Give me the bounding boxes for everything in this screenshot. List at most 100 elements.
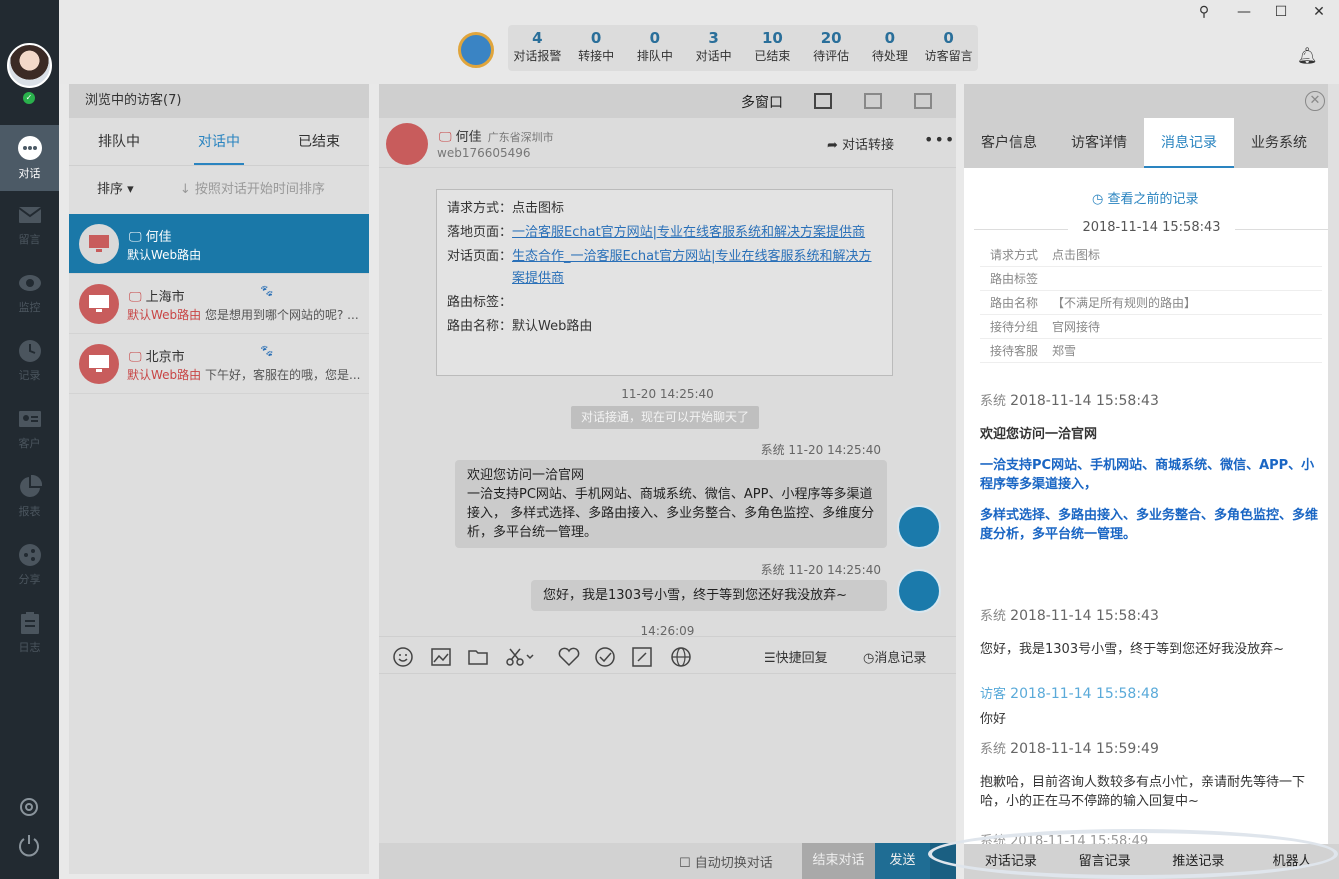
- nav-item-report[interactable]: 报表: [0, 465, 59, 531]
- chat-page-link[interactable]: 生态合作_一洽客服Echat官方网站|专业在线客服系统和解决方案提供商: [512, 246, 882, 290]
- input-toolbar: ☰快捷回复 ◷消息记录: [379, 636, 956, 674]
- landing-page-link[interactable]: 一洽客服Echat官方网站|专业在线客服系统和解决方案提供商: [512, 222, 865, 244]
- double-window-icon[interactable]: [864, 93, 882, 109]
- nav-label: 分享: [18, 573, 41, 586]
- pc-icon: 🖵︎: [439, 130, 456, 145]
- nav-item-message[interactable]: 留言: [0, 193, 59, 259]
- minimize-icon[interactable]: —: [1234, 2, 1254, 22]
- evaluate-icon[interactable]: [595, 647, 615, 667]
- pin-icon[interactable]: ⚲: [1194, 2, 1214, 22]
- visit-info-card: 请求方式： 点击图标 落地页面： 一洽客服Echat官方网站|专业在线客服系统和解决…: [436, 189, 893, 376]
- triple-window-icon[interactable]: [914, 93, 932, 109]
- emoji-icon[interactable]: [393, 647, 413, 667]
- send-options-dropdown[interactable]: [930, 843, 956, 879]
- tab-customer-info[interactable]: 客户信息: [964, 118, 1054, 168]
- more-icon[interactable]: •••: [924, 130, 955, 149]
- clipboard-icon: [20, 612, 39, 634]
- transfer-button[interactable]: ➦ 对话转接: [827, 134, 894, 153]
- nav-item-customer[interactable]: 客户: [0, 397, 59, 463]
- tab-message-record[interactable]: 消息记录: [1144, 118, 1234, 168]
- nav-label: 对话: [18, 167, 41, 180]
- end-chat-button[interactable]: 结束对话: [802, 843, 875, 879]
- chat-header: 🖵︎ 何佳 广东省深圳市 web176605496 ➦ 对话转接 •••: [379, 118, 956, 168]
- folder-icon[interactable]: [468, 647, 488, 667]
- mail-icon: [17, 207, 42, 223]
- system-banner: 对话接通，现在可以开始聊天了: [571, 406, 759, 429]
- tab-ended[interactable]: 已结束: [269, 118, 369, 165]
- tab-queue[interactable]: 排队中: [69, 118, 169, 165]
- message-bubble: 您好，我是1303号小雪，终于等到您还好我没放弃~: [531, 580, 887, 611]
- tab-chatting[interactable]: 对话中: [169, 118, 269, 165]
- visitor-name: 🖵︎ 何佳: [129, 230, 172, 245]
- quick-reply-button[interactable]: ☰快捷回复: [764, 647, 828, 666]
- chat-visitor-id: web176605496: [437, 146, 531, 160]
- visitor-route: 默认Web路由: [127, 248, 202, 262]
- stat-to-evaluate[interactable]: 20 待评估: [802, 25, 861, 71]
- maximize-icon[interactable]: ☐: [1271, 2, 1291, 22]
- bell-icon[interactable]: 🔔︎: [1297, 46, 1317, 66]
- agent-bot-avatar: [897, 569, 941, 613]
- nav-label: 客户: [18, 437, 41, 450]
- multi-window-label: 多窗口: [741, 95, 783, 111]
- nav-item-monitor[interactable]: 监控: [0, 261, 59, 327]
- pc-icon: 🖵︎: [129, 290, 146, 305]
- nav-item-share[interactable]: 分享: [0, 533, 59, 599]
- sort-dropdown[interactable]: 排序 ▾: [97, 182, 134, 197]
- nav-item-log[interactable]: 日志: [0, 601, 59, 667]
- globe-icon[interactable]: [671, 647, 691, 667]
- visitor-item[interactable]: 🖵︎ 北京市 🐾︎ 默认Web路由 下午好，客服在的哦，您是...: [69, 334, 369, 394]
- message-bubble: 欢迎您访问一洽官网 一洽支持PC网站、手机网站、商城系统、微信、APP、小程序等…: [455, 460, 887, 548]
- message-record-button[interactable]: ◷消息记录: [863, 647, 926, 666]
- send-button[interactable]: 发送: [875, 843, 930, 879]
- heart-icon[interactable]: [558, 647, 580, 667]
- link-icon[interactable]: [632, 647, 652, 667]
- close-panel-icon[interactable]: ✕: [1305, 91, 1325, 111]
- stat-ended[interactable]: 10 已结束: [743, 25, 802, 71]
- stat-visitor-message[interactable]: 0 访客留言: [919, 25, 978, 71]
- single-window-icon[interactable]: [814, 93, 832, 109]
- stat-queue[interactable]: 0 排队中: [626, 25, 685, 71]
- auto-switch-checkbox[interactable]: ☐ 自动切换对话: [679, 852, 773, 871]
- tab-chat-record[interactable]: 对话记录: [964, 844, 1058, 879]
- online-status-icon: ✓: [23, 92, 35, 104]
- left-nav: ✓ 对话 留言 监控 记录 客户 报表 分享 日志: [0, 0, 59, 879]
- stat-chatting[interactable]: 3 对话中: [684, 25, 743, 71]
- nav-item-chat[interactable]: 对话: [0, 125, 59, 191]
- message-meta: 系统 11-20 14:25:40: [760, 443, 881, 457]
- message-meta: 系统 11-20 14:25:40: [760, 563, 881, 577]
- pc-icon: 🖵︎: [129, 350, 146, 365]
- visitor-item[interactable]: 🖵︎ 何佳 默认Web路由: [69, 214, 369, 274]
- tab-leave-message-record[interactable]: 留言记录: [1058, 844, 1152, 879]
- visitor-avatar: [79, 284, 119, 324]
- visit-info-table: 请求方式 点击图标 路由标签 路由名称 【不满足所有规则的路由】 接待分组 官网接待 …: [980, 243, 1322, 363]
- tab-push-record[interactable]: 推送记录: [1152, 844, 1246, 879]
- monitor-icon: [89, 355, 109, 372]
- list-icon: ☰: [764, 651, 776, 666]
- visitor-name: 🖵︎ 上海市: [129, 290, 185, 305]
- share-icon: [18, 544, 41, 566]
- pc-icon: 🖵︎: [129, 230, 146, 245]
- stat-alert[interactable]: 4 对话报警: [508, 25, 567, 71]
- tab-visitor-detail[interactable]: 访客详情: [1054, 118, 1144, 168]
- log-entry: 系统 2018-11-14 15:58:43 您好，我是1303号小雪，终于等到…: [980, 608, 1284, 657]
- nav-item-record[interactable]: 记录: [0, 329, 59, 395]
- view-previous-link[interactable]: ◷ 查看之前的记录: [1092, 188, 1199, 207]
- stats-bar: 4 对话报警 0 转接中 0 排队中 3 对话中 10 已结束 20 待评估 0 待处理 0访…: [508, 25, 978, 71]
- right-scrollbar[interactable]: [1328, 84, 1339, 844]
- stat-transferring[interactable]: 0 转接中: [567, 25, 626, 71]
- tab-business-system[interactable]: 业务系统: [1234, 118, 1324, 168]
- screenshot-scissors-icon[interactable]: [505, 647, 535, 667]
- log-entry: 访客 2018-11-14 15:58:48 你好: [980, 686, 1159, 727]
- image-icon[interactable]: [431, 647, 451, 667]
- clock-icon: [18, 340, 41, 362]
- tab-robot[interactable]: 机器人: [1245, 844, 1339, 879]
- stat-pending[interactable]: 0 待处理: [861, 25, 920, 71]
- settings-gear-icon[interactable]: [17, 795, 41, 819]
- chat-visitor-location: 广东省深圳市: [487, 131, 554, 144]
- visitor-item[interactable]: 🖵︎ 上海市 🐾︎ 默认Web路由 您是想用到哪个网站的呢? ...: [69, 274, 369, 334]
- visitor-route: 默认Web路由: [127, 308, 202, 322]
- close-window-icon[interactable]: ✕: [1309, 2, 1329, 22]
- agent-avatar[interactable]: [7, 43, 52, 88]
- power-icon[interactable]: [17, 833, 41, 857]
- right-panel: ✕ 客户信息 访客详情 消息记录 业务系统 ◷ 查看之前的记录 2018-11-…: [964, 84, 1339, 879]
